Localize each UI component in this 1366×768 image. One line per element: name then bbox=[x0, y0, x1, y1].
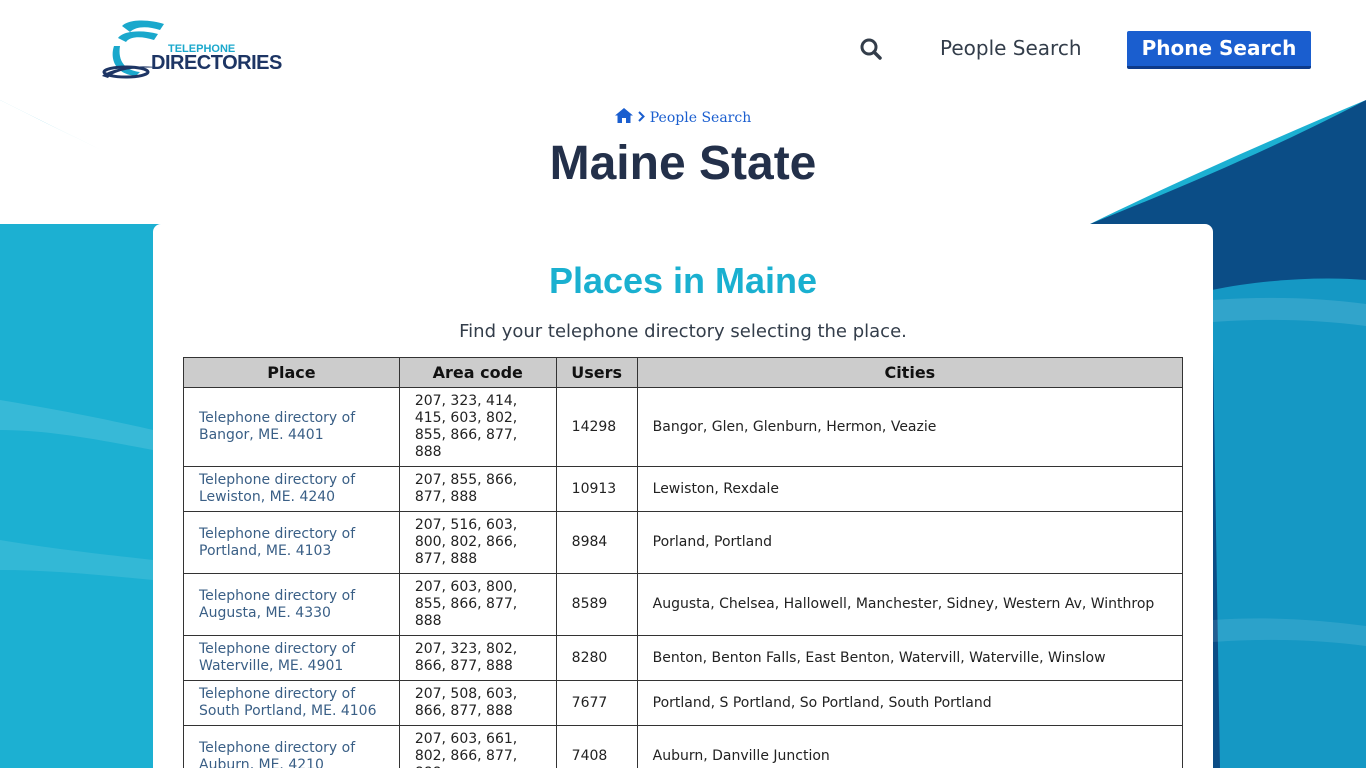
header-cities: Cities bbox=[636, 357, 1184, 388]
area-code-cell: 207, 323, 414, 415, 603, 802, 855, 866, … bbox=[398, 387, 557, 467]
breadcrumb: People Search bbox=[0, 108, 1366, 127]
place-cell: Telephone directory of Lewiston, ME. 424… bbox=[183, 466, 400, 512]
users-cell: 8984 bbox=[555, 511, 638, 574]
area-code-cell: 207, 855, 866, 877, 888 bbox=[398, 466, 557, 512]
card-title: Places in Maine bbox=[548, 260, 818, 301]
place-cell: Telephone directory of South Portland, M… bbox=[183, 680, 400, 726]
place-cell: Telephone directory of Augusta, ME. 4330 bbox=[183, 573, 400, 636]
nav-people-search-link[interactable]: People Search bbox=[940, 36, 1082, 60]
table-row: Telephone directory of Auburn, ME. 4210 … bbox=[183, 725, 1184, 768]
table-header-row: Place Area code Users Cities bbox=[183, 357, 1184, 388]
users-cell: 14298 bbox=[555, 387, 638, 467]
cities-cell: Lewiston, Rexdale bbox=[636, 466, 1184, 512]
cities-cell: Bangor, Glen, Glenburn, Hermon, Veazie bbox=[636, 387, 1184, 467]
users-cell: 10913 bbox=[555, 466, 638, 512]
page-title: Maine State bbox=[549, 137, 817, 190]
search-icon[interactable] bbox=[859, 37, 883, 61]
site-header: TELEPHONE DIRECTORIES People Search Phon… bbox=[0, 0, 1366, 100]
header-place: Place bbox=[183, 357, 400, 388]
site-logo[interactable]: TELEPHONE DIRECTORIES bbox=[100, 18, 282, 82]
breadcrumb-people-search-link[interactable]: People Search bbox=[650, 110, 751, 126]
cities-cell: Porland, Portland bbox=[636, 511, 1184, 574]
area-code-cell: 207, 516, 603, 800, 802, 866, 877, 888 bbox=[398, 511, 557, 574]
header-area-code: Area code bbox=[398, 357, 557, 388]
table-row: Telephone directory of Lewiston, ME. 424… bbox=[183, 466, 1184, 512]
area-code-cell: 207, 603, 800, 855, 866, 877, 888 bbox=[398, 573, 557, 636]
card-subtitle: Find your telephone directory selecting … bbox=[459, 321, 907, 342]
place-cell: Telephone directory of Waterville, ME. 4… bbox=[183, 635, 400, 681]
nav-phone-search-button[interactable]: Phone Search bbox=[1127, 31, 1311, 69]
places-table: Place Area code Users Cities Telephone d… bbox=[183, 357, 1184, 768]
table-row: Telephone directory of Waterville, ME. 4… bbox=[183, 635, 1184, 681]
cities-cell: Benton, Benton Falls, East Benton, Water… bbox=[636, 635, 1184, 681]
area-code-cell: 207, 323, 802, 866, 877, 888 bbox=[398, 635, 557, 681]
table-row: Telephone directory of Augusta, ME. 4330… bbox=[183, 573, 1184, 636]
cities-cell: Auburn, Danville Junction bbox=[636, 725, 1184, 768]
place-link[interactable]: Telephone directory of Portland, ME. 410… bbox=[199, 526, 355, 559]
place-cell: Telephone directory of Portland, ME. 410… bbox=[183, 511, 400, 574]
header-users: Users bbox=[555, 357, 638, 388]
place-cell: Telephone directory of Auburn, ME. 4210 bbox=[183, 725, 400, 768]
users-cell: 8589 bbox=[555, 573, 638, 636]
place-link[interactable]: Telephone directory of South Portland, M… bbox=[199, 686, 376, 719]
area-code-cell: 207, 508, 603, 866, 877, 888 bbox=[398, 680, 557, 726]
places-card: Places in Maine Find your telephone dire… bbox=[153, 224, 1213, 768]
cities-cell: Augusta, Chelsea, Hallowell, Manchester,… bbox=[636, 573, 1184, 636]
table-row: Telephone directory of South Portland, M… bbox=[183, 680, 1184, 726]
place-link[interactable]: Telephone directory of Augusta, ME. 4330 bbox=[199, 588, 355, 621]
place-link[interactable]: Telephone directory of Bangor, ME. 4401 bbox=[199, 410, 355, 443]
area-code-cell: 207, 603, 661, 802, 866, 877, 888 bbox=[398, 725, 557, 768]
place-link[interactable]: Telephone directory of Lewiston, ME. 424… bbox=[199, 472, 355, 505]
chevron-right-icon bbox=[638, 110, 645, 126]
cities-cell: Portland, S Portland, So Portland, South… bbox=[636, 680, 1184, 726]
users-cell: 7408 bbox=[555, 725, 638, 768]
users-cell: 8280 bbox=[555, 635, 638, 681]
users-cell: 7677 bbox=[555, 680, 638, 726]
place-cell: Telephone directory of Bangor, ME. 4401 bbox=[183, 387, 400, 467]
home-icon[interactable] bbox=[614, 108, 633, 127]
logo-text-bottom: DIRECTORIES bbox=[151, 52, 282, 74]
table-row: Telephone directory of Bangor, ME. 4401 … bbox=[183, 387, 1184, 467]
place-link[interactable]: Telephone directory of Waterville, ME. 4… bbox=[199, 641, 355, 674]
table-row: Telephone directory of Portland, ME. 410… bbox=[183, 511, 1184, 574]
place-link[interactable]: Telephone directory of Auburn, ME. 4210 bbox=[199, 740, 355, 768]
